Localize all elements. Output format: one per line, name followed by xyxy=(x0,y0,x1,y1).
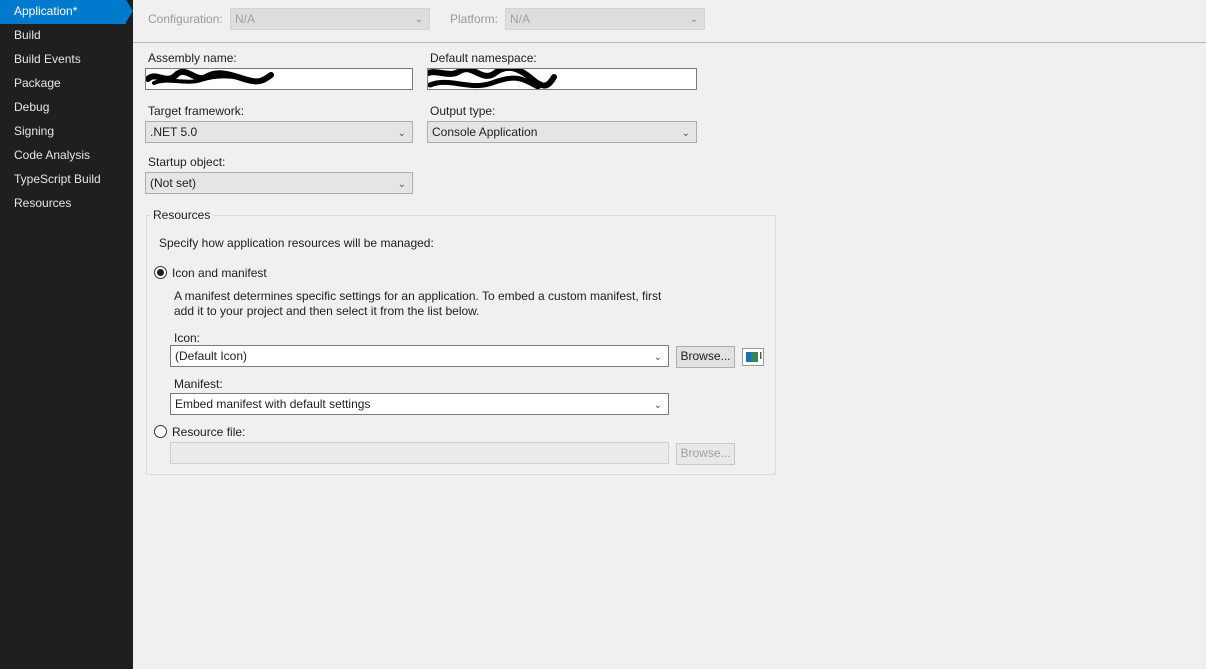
manifest-help-line2: add it to your project and then select i… xyxy=(174,304,480,318)
resource-file-radio[interactable] xyxy=(154,425,167,438)
startup-object-label: Startup object: xyxy=(148,155,226,169)
nav-item-typescript-build[interactable]: TypeScript Build xyxy=(0,168,133,192)
chevron-down-icon: ⌄ xyxy=(397,179,406,190)
icon-label: Icon: xyxy=(174,331,201,345)
chevron-down-icon: ⌄ xyxy=(653,352,662,363)
startup-object-select[interactable]: (Not set) ⌄ xyxy=(145,172,413,194)
assembly-name-field[interactable] xyxy=(145,68,413,90)
icon-browse-button[interactable]: Browse... xyxy=(676,346,735,368)
icon-manifest-label[interactable]: Icon and manifest xyxy=(172,266,267,280)
resource-browse-button: Browse... xyxy=(676,443,735,465)
configuration-select: N/A ⌄ xyxy=(230,8,430,30)
startup-object-value: (Not set) xyxy=(150,176,197,190)
chevron-down-icon: ⌄ xyxy=(681,128,690,139)
redaction-scribble xyxy=(146,69,274,85)
application-icon-graphic xyxy=(746,352,762,362)
chevron-down-icon: ⌄ xyxy=(414,14,423,25)
redaction-scribble xyxy=(428,69,557,89)
output-type-label: Output type: xyxy=(430,104,496,118)
nav-item-package[interactable]: Package xyxy=(0,72,133,96)
resources-description: Specify how application resources will b… xyxy=(159,236,434,250)
assembly-name-label: Assembly name: xyxy=(148,51,237,65)
application-icon xyxy=(742,348,764,366)
platform-label: Platform: xyxy=(450,12,499,26)
platform-select: N/A ⌄ xyxy=(505,8,705,30)
manifest-select[interactable]: Embed manifest with default settings ⌄ xyxy=(170,393,669,415)
chevron-down-icon: ⌄ xyxy=(689,14,698,25)
nav-item-application[interactable]: Application* xyxy=(0,0,133,24)
output-type-select[interactable]: Console Application ⌄ xyxy=(427,121,697,143)
icon-select-value: (Default Icon) xyxy=(175,349,248,363)
resource-file-label[interactable]: Resource file: xyxy=(172,425,245,439)
icon-select[interactable]: (Default Icon) ⌄ xyxy=(170,345,669,367)
configuration-value: N/A xyxy=(235,12,256,26)
platform-value: N/A xyxy=(510,12,531,26)
output-type-value: Console Application xyxy=(432,125,538,139)
nav-item-build-events[interactable]: Build Events xyxy=(0,48,133,72)
nav-item-resources[interactable]: Resources xyxy=(0,192,133,216)
manifest-select-value: Embed manifest with default settings xyxy=(175,397,371,411)
target-framework-select[interactable]: .NET 5.0 ⌄ xyxy=(145,121,413,143)
icon-manifest-radio[interactable] xyxy=(154,266,167,279)
resource-file-field xyxy=(170,442,669,464)
chevron-down-icon: ⌄ xyxy=(397,128,406,139)
target-framework-label: Target framework: xyxy=(148,104,245,118)
manifest-help-line1: A manifest determines specific settings … xyxy=(174,289,662,303)
nav-item-code-analysis[interactable]: Code Analysis xyxy=(0,144,133,168)
target-framework-value: .NET 5.0 xyxy=(150,125,198,139)
resources-group-title: Resources xyxy=(150,208,214,222)
nav-item-build[interactable]: Build xyxy=(0,24,133,48)
nav-item-signing[interactable]: Signing xyxy=(0,120,133,144)
default-namespace-field[interactable] xyxy=(427,68,697,90)
configuration-label: Configuration: xyxy=(148,12,223,26)
default-namespace-label: Default namespace: xyxy=(430,51,537,65)
nav-item-debug[interactable]: Debug xyxy=(0,96,133,120)
manifest-label: Manifest: xyxy=(174,377,223,391)
config-bar: Configuration: N/A ⌄ Platform: N/A ⌄ xyxy=(133,0,1206,43)
chevron-down-icon: ⌄ xyxy=(653,400,662,411)
sidebar-nav: Application* Build Build Events Package … xyxy=(0,0,133,669)
